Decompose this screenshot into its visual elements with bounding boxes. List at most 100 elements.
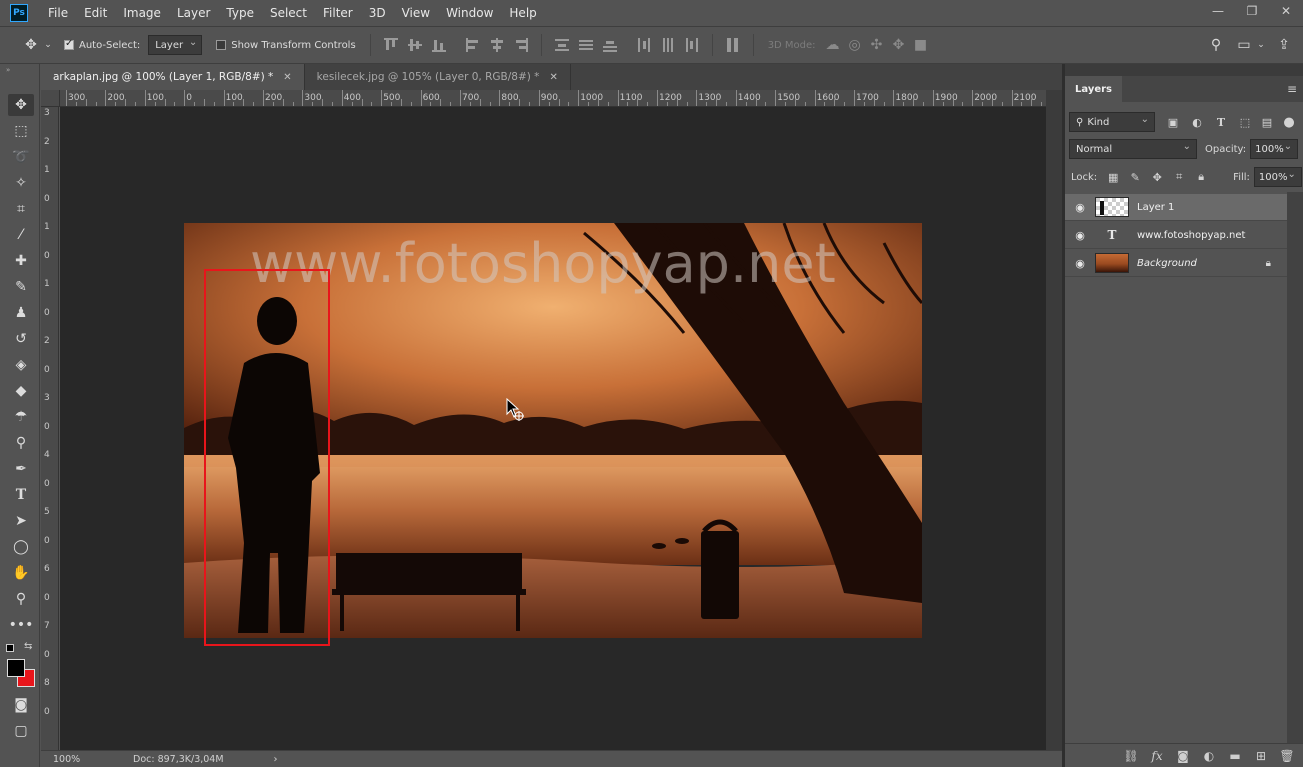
history-brush-tool-icon[interactable]: ↺: [8, 328, 34, 350]
brush-tool-icon[interactable]: ✎: [8, 276, 34, 298]
filter-pixel-icon[interactable]: ▣: [1165, 114, 1181, 130]
menu-image[interactable]: Image: [115, 0, 169, 26]
fill-input[interactable]: 100%: [1253, 167, 1302, 187]
menu-layer[interactable]: Layer: [169, 0, 218, 26]
add-mask-icon[interactable]: ◙: [1175, 749, 1191, 763]
swap-colors-icon[interactable]: ⇆: [24, 641, 32, 652]
distribute-vertical-center-icon[interactable]: [577, 36, 595, 54]
align-horizontal-center-icon[interactable]: [488, 36, 506, 54]
close-tab-icon[interactable]: ✕: [549, 72, 557, 83]
3d-roll-icon[interactable]: ◎: [844, 34, 866, 56]
collapse-icon[interactable]: »: [6, 66, 10, 74]
canvas-scrollbar[interactable]: [1046, 90, 1062, 750]
zoom-tool-icon[interactable]: ⚲: [8, 588, 34, 610]
close-icon[interactable]: ✕: [1269, 0, 1303, 22]
eyedropper-tool-icon[interactable]: ⁄: [8, 224, 34, 246]
move-tool-preset-icon[interactable]: ✥: [20, 34, 42, 56]
align-vertical-center-icon[interactable]: [406, 36, 424, 54]
ellipse-tool-icon[interactable]: ◯: [8, 536, 34, 558]
auto-select-dropdown[interactable]: Layer: [148, 35, 203, 55]
auto-select-checkbox[interactable]: [64, 38, 74, 50]
filter-toggle-icon[interactable]: ●: [1281, 114, 1297, 130]
blur-tool-icon[interactable]: ☂: [8, 406, 34, 428]
restore-icon[interactable]: ❐: [1235, 0, 1269, 22]
distribute-left-icon[interactable]: [635, 36, 653, 54]
magic-wand-tool-icon[interactable]: ✧: [8, 172, 34, 194]
dodge-tool-icon[interactable]: ⚲: [8, 432, 34, 454]
distribute-bottom-icon[interactable]: [601, 36, 619, 54]
tab-kesilecek[interactable]: kesilecek.jpg @ 105% (Layer 0, RGB/8#) *…: [305, 64, 571, 90]
type-tool-icon[interactable]: T: [8, 484, 34, 506]
menu-type[interactable]: Type: [218, 0, 262, 26]
menu-3d[interactable]: 3D: [361, 0, 394, 26]
eraser-tool-icon[interactable]: ◈: [8, 354, 34, 376]
visibility-eye-icon[interactable]: ◉: [1065, 257, 1095, 270]
path-selection-tool-icon[interactable]: ➤: [8, 510, 34, 532]
menu-file[interactable]: File: [40, 0, 76, 26]
hand-tool-icon[interactable]: ✋: [8, 562, 34, 584]
foreground-color-swatch[interactable]: [7, 659, 25, 677]
tab-layers[interactable]: Layers: [1065, 76, 1122, 102]
menu-filter[interactable]: Filter: [315, 0, 361, 26]
align-left-icon[interactable]: [464, 36, 482, 54]
horizontal-ruler[interactable]: 300 200 100 0 100 200 300 400 500 600 700 800 900 100…: [60, 90, 1046, 107]
menu-edit[interactable]: Edit: [76, 0, 115, 26]
layers-scrollbar[interactable]: [1287, 192, 1303, 743]
auto-align-layers-icon[interactable]: [724, 36, 742, 54]
lock-artboard-icon[interactable]: ⌗: [1171, 169, 1187, 185]
share-icon[interactable]: ⇪: [1273, 34, 1295, 56]
menu-view[interactable]: View: [394, 0, 438, 26]
show-transform-checkbox[interactable]: [216, 40, 227, 50]
align-right-icon[interactable]: [512, 36, 530, 54]
more-tools-icon[interactable]: •••: [8, 614, 34, 636]
adjustment-layer-icon[interactable]: ◐: [1201, 749, 1217, 763]
lock-image-icon[interactable]: ✎: [1127, 169, 1143, 185]
chevron-down-icon[interactable]: ⌄: [42, 34, 54, 56]
menu-select[interactable]: Select: [262, 0, 315, 26]
layer-row-text[interactable]: ◉ T www.fotoshopyap.net: [1065, 222, 1287, 249]
panel-menu-icon[interactable]: ≡: [1287, 82, 1297, 96]
tab-arkaplan[interactable]: arkaplan.jpg @ 100% (Layer 1, RGB/8#) * …: [41, 64, 305, 90]
distribute-horizontal-center-icon[interactable]: [659, 36, 677, 54]
filter-type-icon[interactable]: T: [1213, 114, 1229, 130]
filter-smart-object-icon[interactable]: ▤: [1259, 114, 1275, 130]
menu-help[interactable]: Help: [501, 0, 544, 26]
workspace-icon[interactable]: ▭: [1233, 34, 1255, 56]
default-colors-icon[interactable]: [6, 644, 14, 652]
screen-mode-icon[interactable]: ▢: [8, 720, 34, 742]
3d-pan-icon[interactable]: ✣: [866, 34, 888, 56]
minimize-icon[interactable]: —: [1201, 0, 1235, 22]
chevron-right-icon[interactable]: ›: [274, 754, 278, 765]
3d-scale-icon[interactable]: ■: [910, 34, 932, 56]
pen-tool-icon[interactable]: ✒: [8, 458, 34, 480]
layer-row-background[interactable]: ◉ Background 🔒︎: [1065, 250, 1287, 277]
close-tab-icon[interactable]: ✕: [283, 72, 291, 83]
link-layers-icon[interactable]: ⛓: [1123, 749, 1139, 763]
filter-shape-icon[interactable]: ⬚: [1237, 114, 1253, 130]
new-group-icon[interactable]: ▬: [1227, 749, 1243, 763]
visibility-eye-icon[interactable]: ◉: [1065, 229, 1095, 242]
move-tool-icon[interactable]: ✥: [8, 94, 34, 116]
align-top-icon[interactable]: [382, 36, 400, 54]
visibility-eye-icon[interactable]: ◉: [1065, 201, 1095, 214]
new-layer-icon[interactable]: ⊞: [1253, 749, 1269, 763]
chevron-down-icon[interactable]: ⌄: [1255, 34, 1267, 56]
filter-kind-dropdown[interactable]: ⚲ Kind: [1069, 112, 1155, 132]
menu-window[interactable]: Window: [438, 0, 501, 26]
layer-row-layer-1[interactable]: ◉ Layer 1: [1065, 194, 1287, 221]
vertical-ruler[interactable]: 3 2 1 0 1 0 1 0 2 0 3 0 4 0 5 0 6 0 7 0 8 0: [41, 107, 59, 750]
align-bottom-icon[interactable]: [430, 36, 448, 54]
opacity-input[interactable]: 100%: [1250, 139, 1299, 159]
distribute-top-icon[interactable]: [553, 36, 571, 54]
delete-layer-icon[interactable]: 🗑︎: [1279, 749, 1295, 763]
healing-brush-tool-icon[interactable]: ✚: [8, 250, 34, 272]
3d-orbit-icon[interactable]: ☁: [822, 34, 844, 56]
lock-transparent-icon[interactable]: ▦: [1105, 169, 1121, 185]
3d-slide-icon[interactable]: ✥: [888, 34, 910, 56]
lock-position-icon[interactable]: ✥: [1149, 169, 1165, 185]
marquee-tool-icon[interactable]: ⬚: [8, 120, 34, 142]
filter-adjustment-icon[interactable]: ◐: [1189, 114, 1205, 130]
crop-tool-icon[interactable]: ⌗: [8, 198, 34, 220]
zoom-level[interactable]: 100%: [53, 754, 123, 765]
search-icon[interactable]: ⚲: [1205, 34, 1227, 56]
